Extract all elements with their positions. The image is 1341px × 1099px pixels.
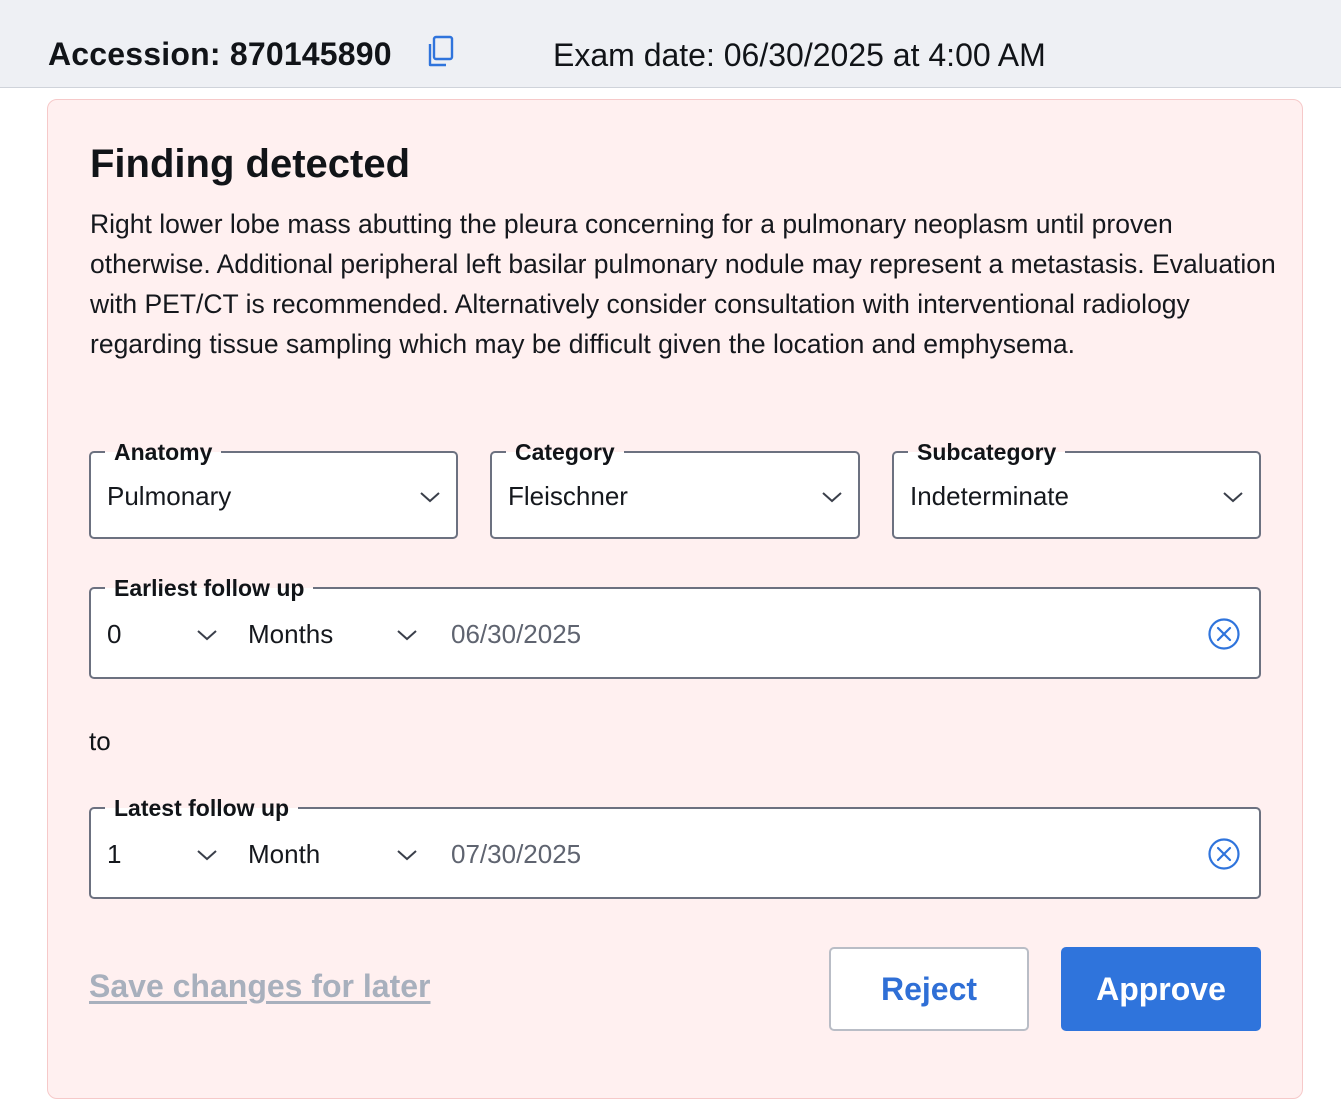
latest-follow-up-field: Latest follow up 1 Month 07/30/2025 [89, 793, 1261, 899]
clear-latest-icon[interactable] [1207, 837, 1241, 871]
chevron-down-icon[interactable] [195, 627, 219, 643]
latest-amount-select[interactable]: 1 [107, 839, 121, 870]
category-value: Fleischner [508, 481, 628, 511]
latest-unit-select[interactable]: Month [248, 839, 320, 870]
finding-description: Right lower lobe mass abutting the pleur… [90, 209, 1276, 359]
chevron-down-icon [1221, 489, 1245, 505]
latest-follow-up-label: Latest follow up [105, 793, 299, 823]
subcategory-value: Indeterminate [910, 481, 1069, 511]
chevron-down-icon[interactable] [395, 847, 419, 863]
anatomy-select[interactable]: Anatomy Pulmonary [89, 437, 458, 539]
range-to-label: to [89, 726, 111, 756]
clear-earliest-icon[interactable] [1207, 617, 1241, 651]
header-bar: Accession: 870145890 Exam date: 06/30/20… [0, 0, 1341, 88]
earliest-date: 06/30/2025 [451, 619, 582, 649]
category-label: Category [506, 437, 624, 467]
anatomy-value: Pulmonary [107, 481, 232, 511]
approve-button[interactable]: Approve [1061, 947, 1261, 1031]
reject-button[interactable]: Reject [829, 947, 1029, 1031]
subcategory-select[interactable]: Subcategory Indeterminate [892, 437, 1261, 539]
earliest-amount-select[interactable]: 0 [107, 619, 121, 650]
accession-number: Accession: 870145890 [48, 36, 392, 72]
earliest-unit-select[interactable]: Months [248, 619, 333, 650]
anatomy-label: Anatomy [105, 437, 222, 467]
earliest-follow-up-field: Earliest follow up 0 Months 06/30/2025 [89, 573, 1261, 679]
chevron-down-icon[interactable] [195, 847, 219, 863]
earliest-follow-up-label: Earliest follow up [105, 573, 314, 603]
chevron-down-icon[interactable] [395, 627, 419, 643]
exam-date: Exam date: 06/30/2025 at 4:00 AM [553, 37, 1046, 73]
chevron-down-icon [418, 489, 442, 505]
finding-title: Finding detected [90, 142, 410, 186]
copy-icon[interactable] [424, 34, 456, 70]
category-select[interactable]: Category Fleischner [490, 437, 860, 539]
subcategory-label: Subcategory [908, 437, 1066, 467]
chevron-down-icon [820, 489, 844, 505]
latest-date: 07/30/2025 [451, 839, 582, 869]
save-changes-link[interactable]: Save changes for later [89, 968, 430, 1005]
